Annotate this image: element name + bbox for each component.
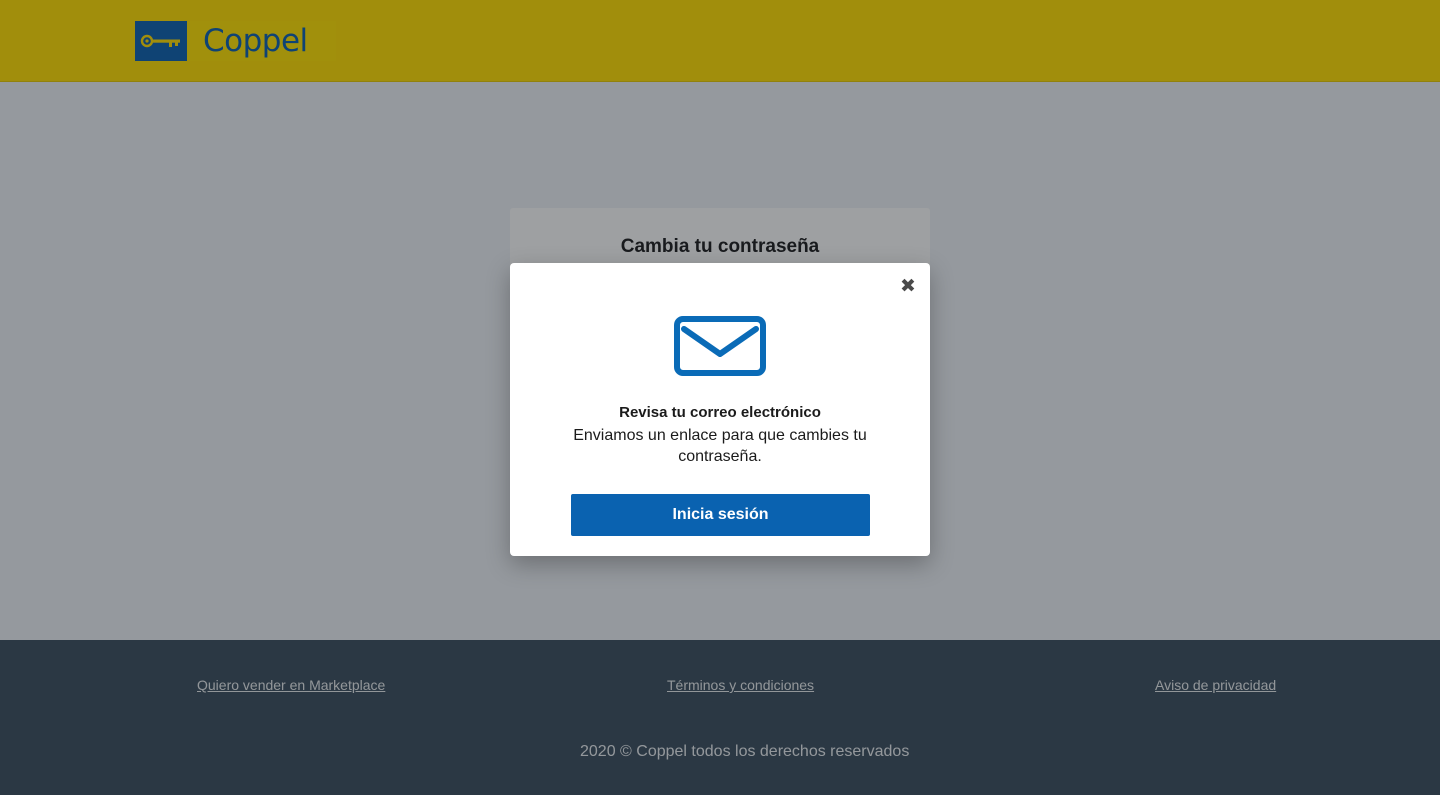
sign-in-button[interactable]: Inicia sesión: [571, 494, 870, 536]
modal-heading: Revisa tu correo electrónico: [619, 404, 821, 421]
envelope-icon: [674, 316, 766, 376]
modal-message: Enviamos un enlace para que cambies tu c…: [573, 427, 867, 465]
email-sent-modal: ✖ Revisa tu correo electrónico Enviamos …: [510, 263, 930, 556]
close-icon[interactable]: ✖: [900, 277, 916, 296]
